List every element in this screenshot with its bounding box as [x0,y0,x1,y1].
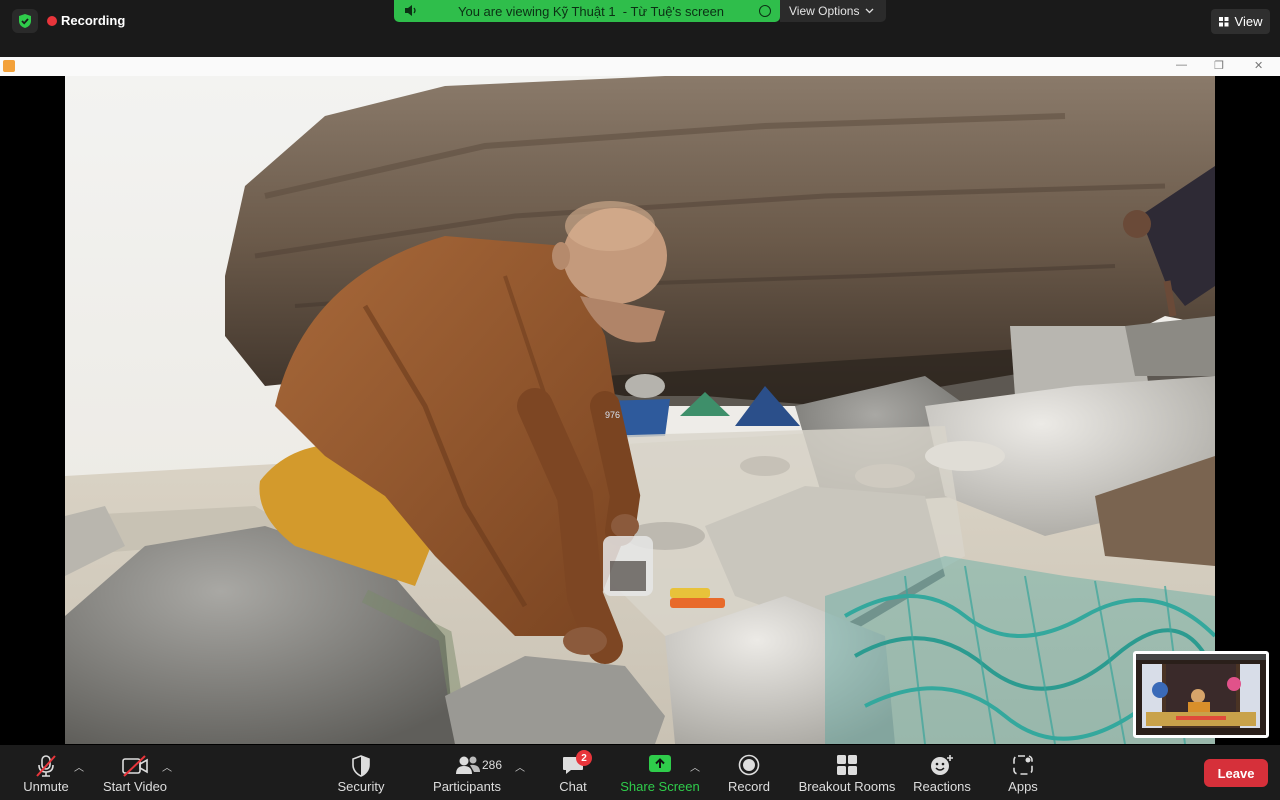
close-icon: ✕ [1254,60,1264,72]
record-icon [738,754,760,779]
microphone-muted-icon [34,754,58,781]
participants-button[interactable]: Participants [430,745,504,800]
encryption-shield-icon[interactable] [12,9,38,33]
security-shield-icon [350,754,372,781]
self-view-thumbnail[interactable] [1133,651,1269,738]
viewing-screen-banner: You are viewing Kỹ Thuật 1 - Từ Tuệ's sc… [394,0,780,22]
recording-indicator[interactable]: Recording [47,13,125,28]
shared-window-titlebar: — ❐ ✕ [0,57,1280,76]
view-label: View [1234,14,1263,29]
video-options-caret-icon[interactable]: ︿ [162,759,172,774]
unmute-label: Unmute [23,779,69,794]
meeting-toolbar: Unmute ︿ Start Video ︿ Security Particip… [0,745,1280,800]
chat-label: Chat [559,779,587,794]
participants-label: Participants [433,779,501,794]
view-button[interactable]: View [1211,9,1270,34]
breakout-rooms-label: Breakout Rooms [798,779,896,794]
record-label: Record [728,779,770,794]
top-bar: Recording You are viewing Kỹ Thuật 1 - T… [0,0,1280,56]
recording-label: Recording [61,13,126,28]
participants-people-icon [454,754,482,779]
video-camera-off-icon [121,754,149,781]
reactions-button[interactable]: Reactions [912,745,972,800]
start-video-label: Start Video [102,779,168,794]
leave-button[interactable]: Leave [1204,759,1268,787]
apps-label: Apps [1008,779,1038,794]
security-button[interactable]: Security [331,745,391,800]
apps-button[interactable]: Apps [1002,745,1044,800]
share-options-caret-icon[interactable]: ︿ [690,759,700,774]
reactions-label: Reactions [913,779,971,794]
unmute-button[interactable]: Unmute [18,745,74,800]
restore-icon: ❐ [1214,60,1224,72]
apps-icon [1012,754,1034,779]
status-ring-icon [759,5,771,17]
start-video-button[interactable]: Start Video [100,745,170,800]
record-button[interactable]: Record [726,745,772,800]
chat-unread-badge: 2 [576,750,592,766]
breakout-rooms-grid-icon [836,754,858,779]
minimize-icon: — [1176,59,1187,71]
view-options-label: View Options [789,4,860,18]
view-options-button[interactable]: View Options [780,0,886,22]
boat-marking: 976 [605,410,620,420]
media-player-icon [3,60,15,72]
shared-video-frame: 976 [65,76,1215,744]
reactions-smiley-icon [930,754,954,779]
zoom-meeting-window: Recording You are viewing Kỹ Thuật 1 - T… [0,0,1280,800]
participants-count: 286 [482,758,503,772]
chevron-down-icon [866,8,874,14]
share-screen-label: Share Screen [620,779,700,794]
viewing-screen-text: You are viewing Kỹ Thuật 1 - Từ Tuệ's sc… [458,4,725,19]
audio-options-caret-icon[interactable]: ︿ [74,759,84,774]
grid-view-icon [1218,16,1229,26]
recording-dot-icon [47,15,57,26]
share-screen-button[interactable]: Share Screen [620,745,700,800]
share-screen-arrow-icon [648,754,672,777]
participants-options-caret-icon[interactable]: ︿ [515,759,525,774]
speaker-icon[interactable] [404,4,418,20]
security-label: Security [337,779,385,794]
breakout-rooms-button[interactable]: Breakout Rooms [798,745,896,800]
